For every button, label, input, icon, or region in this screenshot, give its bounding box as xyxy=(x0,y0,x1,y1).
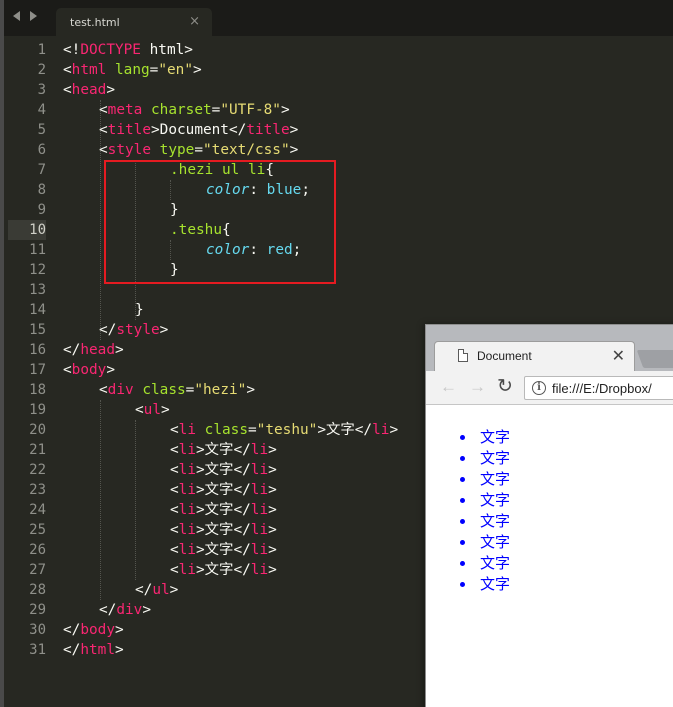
code-line: </head> xyxy=(63,342,124,358)
code-line: <li class="teshu">文字</li> xyxy=(170,422,399,438)
code-line: <style type="text/css"> xyxy=(99,142,299,158)
code-line: <li>文字</li> xyxy=(170,482,277,498)
editor-tab-bar: test.html × xyxy=(4,0,673,36)
code-line: </body> xyxy=(63,622,124,638)
line-number: 11 xyxy=(29,242,46,258)
line-number: 22 xyxy=(29,462,46,478)
address-bar[interactable]: i file:///E:/Dropbox/ xyxy=(524,376,673,400)
annotation-highlight-box xyxy=(104,160,336,284)
list-item: 文字 xyxy=(460,574,510,595)
line-number: 14 xyxy=(29,302,46,318)
line-number: 27 xyxy=(29,562,46,578)
code-line: <li>文字</li> xyxy=(170,462,277,478)
browser-tab-title: Document xyxy=(477,349,532,363)
line-number: 16 xyxy=(29,342,46,358)
code-line: </div> xyxy=(99,602,151,618)
list-item: 文字 xyxy=(460,448,510,469)
code-line: </style> xyxy=(99,322,169,338)
forward-arrow-icon[interactable]: → xyxy=(469,378,486,396)
list-item: 文字 xyxy=(460,469,510,490)
browser-toolbar: ← → ↻ i file:///E:/Dropbox/ xyxy=(426,371,673,405)
line-number: 9 xyxy=(37,202,46,218)
code-line: } xyxy=(135,302,144,318)
browser-tab-strip: Document ✕ xyxy=(426,325,673,371)
new-tab-button[interactable] xyxy=(636,350,673,368)
code-line: <li>文字</li> xyxy=(170,542,277,558)
line-number: 23 xyxy=(29,482,46,498)
line-number: 26 xyxy=(29,542,46,558)
tab-title: test.html xyxy=(70,16,120,29)
line-number: 2 xyxy=(37,62,46,78)
code-line: <div class="hezi"> xyxy=(99,382,255,398)
tab-nav-right-icon[interactable] xyxy=(30,11,37,21)
code-line: <meta charset="UTF-8"> xyxy=(99,102,290,118)
line-number: 13 xyxy=(29,282,46,298)
line-number: 31 xyxy=(29,642,46,658)
url-text: file:///E:/Dropbox/ xyxy=(552,381,652,396)
code-line: <li>文字</li> xyxy=(170,502,277,518)
code-line: </ul> xyxy=(135,582,179,598)
code-line: </html> xyxy=(63,642,124,658)
tab-close-icon[interactable]: × xyxy=(189,14,200,29)
line-number-active: 10 xyxy=(8,220,46,240)
code-line: <html lang="en"> xyxy=(63,62,202,78)
close-icon[interactable]: ✕ xyxy=(612,346,625,366)
line-number: 30 xyxy=(29,622,46,638)
line-number: 12 xyxy=(29,262,46,278)
code-line: <body> xyxy=(63,362,115,378)
line-number: 25 xyxy=(29,522,46,538)
code-area[interactable]: <!DOCTYPE html> <html lang="en"> <head> … xyxy=(63,40,398,660)
code-line: <li>文字</li> xyxy=(170,442,277,458)
list-item: 文字 xyxy=(460,553,510,574)
browser-page-content: 文字 文字 文字 文字 文字 文字 文字 文字 xyxy=(426,406,673,707)
line-number: 6 xyxy=(37,142,46,158)
code-line: <head> xyxy=(63,82,115,98)
list-item: 文字 xyxy=(460,490,510,511)
line-number: 4 xyxy=(37,102,46,118)
line-number: 21 xyxy=(29,442,46,458)
list-item: 文字 xyxy=(460,427,510,448)
list-item: 文字 xyxy=(460,532,510,553)
line-number: 8 xyxy=(37,182,46,198)
code-line: <title>Document</title> xyxy=(99,122,299,138)
line-number: 15 xyxy=(29,322,46,338)
browser-window: Document ✕ ← → ↻ i file:///E:/Dropbox/ 文… xyxy=(425,324,673,707)
line-number-gutter: 1 2 3 4 5 6 7 8 9 10 11 12 13 14 15 16 1… xyxy=(8,40,46,660)
line-number: 3 xyxy=(37,82,46,98)
line-number: 17 xyxy=(29,362,46,378)
rendered-list: 文字 文字 文字 文字 文字 文字 文字 文字 xyxy=(460,427,510,595)
line-number: 1 xyxy=(37,42,46,58)
line-number: 19 xyxy=(29,402,46,418)
line-number: 29 xyxy=(29,602,46,618)
code-line: <!DOCTYPE html> xyxy=(63,42,193,58)
line-number: 18 xyxy=(29,382,46,398)
line-number: 20 xyxy=(29,422,46,438)
document-icon xyxy=(458,349,468,362)
tab-nav-left-icon[interactable] xyxy=(13,11,20,21)
line-number: 5 xyxy=(37,122,46,138)
tab-test-html[interactable]: test.html × xyxy=(56,8,212,36)
list-item: 文字 xyxy=(460,511,510,532)
code-line: <li>文字</li> xyxy=(170,522,277,538)
line-number: 7 xyxy=(37,162,46,178)
code-line: <li>文字</li> xyxy=(170,562,277,578)
code-line: <ul> xyxy=(135,402,170,418)
line-number: 24 xyxy=(29,502,46,518)
info-icon[interactable]: i xyxy=(532,381,546,395)
back-arrow-icon[interactable]: ← xyxy=(440,378,457,396)
browser-tab-document[interactable]: Document ✕ xyxy=(434,341,635,371)
line-number: 28 xyxy=(29,582,46,598)
reload-icon[interactable]: ↻ xyxy=(497,377,513,396)
